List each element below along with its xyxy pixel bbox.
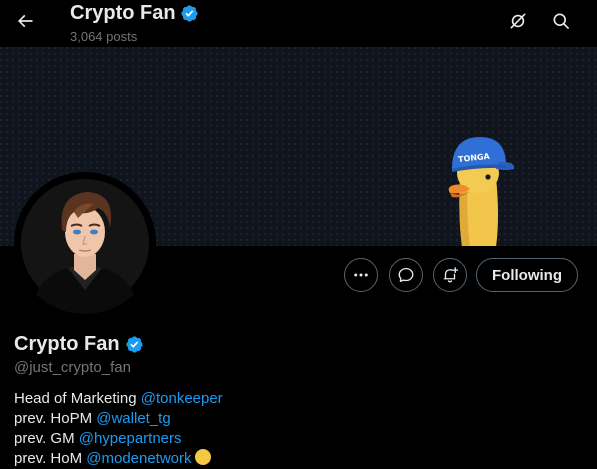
more-dots-icon: [354, 273, 368, 277]
bio-mention-link[interactable]: @modenetwork: [86, 450, 191, 467]
bio-mention-link[interactable]: @wallet_tg: [96, 410, 170, 427]
following-button[interactable]: Following: [476, 258, 578, 292]
more-options-button[interactable]: [344, 258, 378, 292]
verified-badge-icon: [125, 335, 144, 354]
yellow-circle-emoji-icon: [194, 449, 211, 465]
bio-line: prev. GM @hypepartners: [14, 429, 223, 449]
message-button[interactable]: [389, 258, 423, 292]
arrow-left-icon: [17, 14, 33, 28]
top-bar: Crypto Fan 3,064 posts: [0, 0, 597, 47]
notifications-button[interactable]: [433, 258, 467, 292]
message-bubble-icon: [398, 267, 414, 283]
profile-name: Crypto Fan: [14, 333, 120, 355]
profile-avatar[interactable]: [14, 172, 156, 314]
bio-line: Head of Marketing @tonkeeper: [14, 389, 223, 409]
bio-text: prev. GM: [14, 430, 79, 447]
slashed-circle-icon: [510, 13, 526, 29]
profile-name-row: Crypto Fan: [14, 331, 144, 357]
verified-badge-icon: [180, 4, 199, 23]
header-title-block: Crypto Fan 3,064 posts: [70, 1, 199, 46]
header-title: Crypto Fan: [70, 2, 176, 24]
duck-mascot-image: TONGA: [448, 137, 515, 246]
header-title-row: Crypto Fan: [70, 1, 199, 25]
profile-handle: @just_crypto_fan: [14, 359, 131, 376]
bio-text: prev. HoPM: [14, 410, 97, 427]
bio-text: prev. HoM: [14, 450, 87, 467]
profile-bio: Head of Marketing @tonkeeper prev. HoPM …: [14, 389, 223, 469]
bio-line: prev. HoPM @wallet_tg: [14, 409, 223, 429]
bio-line: prev. HoM @modenetwork: [14, 449, 223, 469]
bio-mention-link[interactable]: @tonkeeper: [141, 390, 223, 407]
search-icon: [553, 13, 569, 29]
search-button[interactable]: [544, 4, 578, 38]
bio-text: Head of Marketing: [14, 390, 141, 407]
grok-button[interactable]: [501, 4, 535, 38]
back-button[interactable]: [8, 4, 42, 38]
post-count: 3,064 posts: [70, 29, 138, 44]
bio-mention-link[interactable]: @hypepartners: [79, 430, 182, 447]
bell-plus-icon: [443, 267, 459, 283]
avatar-portrait-image: [14, 172, 156, 314]
